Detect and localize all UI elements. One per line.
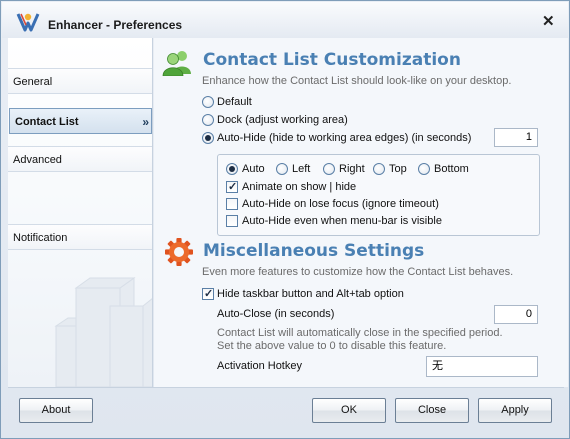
app-logo-icon	[16, 13, 40, 32]
sidebar-item-contact-list[interactable]: Contact List »	[9, 108, 152, 134]
lose-focus-checkbox-label[interactable]: Auto-Hide on lose focus (ignore timeout)	[242, 198, 439, 210]
sidebar: General Contact List » Advanced Notifica…	[8, 38, 153, 387]
gear-icon	[165, 238, 193, 266]
misc-section-description: Even more features to customize how the …	[202, 266, 514, 278]
sidebar-item-notification[interactable]: Notification	[8, 224, 152, 250]
footer-divider	[8, 387, 564, 388]
contact-list-section-title: Contact List Customization	[203, 50, 461, 70]
sidebar-item-label: Contact List	[15, 116, 79, 128]
auto-close-note-line-2: Set the above value to 0 to disable this…	[217, 340, 447, 352]
edge-top-radio[interactable]	[373, 163, 385, 175]
animate-checkbox-label[interactable]: Animate on show | hide	[242, 181, 356, 193]
auto-close-note-line-1: Contact List will automatically close in…	[217, 327, 503, 339]
activation-hotkey-label: Activation Hotkey	[217, 360, 302, 372]
edge-auto-label[interactable]: Auto	[242, 163, 265, 175]
default-radio[interactable]	[202, 96, 214, 108]
decorative-blocks-image	[54, 277, 152, 387]
preferences-content: Contact List Customization Enhance how t…	[154, 38, 568, 387]
about-button[interactable]: About	[19, 398, 93, 423]
sidebar-item-label: Notification	[13, 232, 68, 244]
dock-radio-label[interactable]: Dock (adjust working area)	[217, 114, 348, 126]
hide-taskbar-checkbox[interactable]	[202, 287, 214, 300]
users-icon	[162, 51, 191, 76]
auto-close-label: Auto-Close (in seconds)	[217, 308, 335, 320]
auto-hide-radio-label[interactable]: Auto-Hide (hide to working area edges) (…	[217, 132, 471, 144]
edge-right-radio[interactable]	[323, 163, 335, 175]
auto-hide-seconds-input[interactable]: 1	[494, 128, 538, 147]
menu-bar-visible-checkbox[interactable]	[226, 215, 238, 227]
default-radio-label[interactable]: Default	[217, 96, 252, 108]
apply-button[interactable]: Apply	[478, 398, 552, 423]
edge-auto-radio[interactable]	[226, 163, 238, 175]
edge-right-label[interactable]: Right	[339, 163, 365, 175]
close-window-button[interactable]: ✕	[542, 14, 555, 29]
animate-checkbox[interactable]	[226, 180, 238, 193]
preferences-window: Enhancer - Preferences ✕ General Contact…	[0, 0, 570, 439]
close-button[interactable]: Close	[395, 398, 469, 423]
title-bar[interactable]: Enhancer - Preferences ✕	[2, 2, 568, 38]
edge-top-label[interactable]: Top	[389, 163, 407, 175]
window-title: Enhancer - Preferences	[48, 18, 183, 32]
auto-close-seconds-input[interactable]: 0	[494, 305, 538, 324]
auto-hide-radio[interactable]	[202, 132, 214, 144]
activation-hotkey-input[interactable]: 无	[426, 356, 538, 377]
lose-focus-checkbox[interactable]	[226, 198, 238, 210]
edge-left-radio[interactable]	[276, 163, 288, 175]
menu-bar-visible-checkbox-label[interactable]: Auto-Hide even when menu-bar is visible	[242, 215, 442, 227]
ok-button[interactable]: OK	[312, 398, 386, 423]
sidebar-item-label: Advanced	[13, 154, 62, 166]
active-arrow-icon: »	[142, 115, 149, 129]
misc-section-title: Miscellaneous Settings	[203, 241, 425, 261]
contact-list-section-description: Enhance how the Contact List should look…	[202, 75, 512, 87]
edge-bottom-radio[interactable]	[418, 163, 430, 175]
sidebar-item-general[interactable]: General	[8, 68, 152, 94]
sidebar-item-label: General	[13, 76, 53, 88]
sidebar-item-advanced[interactable]: Advanced	[8, 146, 152, 172]
edge-left-label[interactable]: Left	[292, 163, 310, 175]
edge-bottom-label[interactable]: Bottom	[434, 163, 469, 175]
dock-radio[interactable]	[202, 114, 214, 126]
auto-hide-options-group: Auto Left Right Top Bottom Animate on sh…	[217, 154, 540, 236]
hide-taskbar-checkbox-label[interactable]: Hide taskbar button and Alt+tab option	[217, 288, 404, 300]
